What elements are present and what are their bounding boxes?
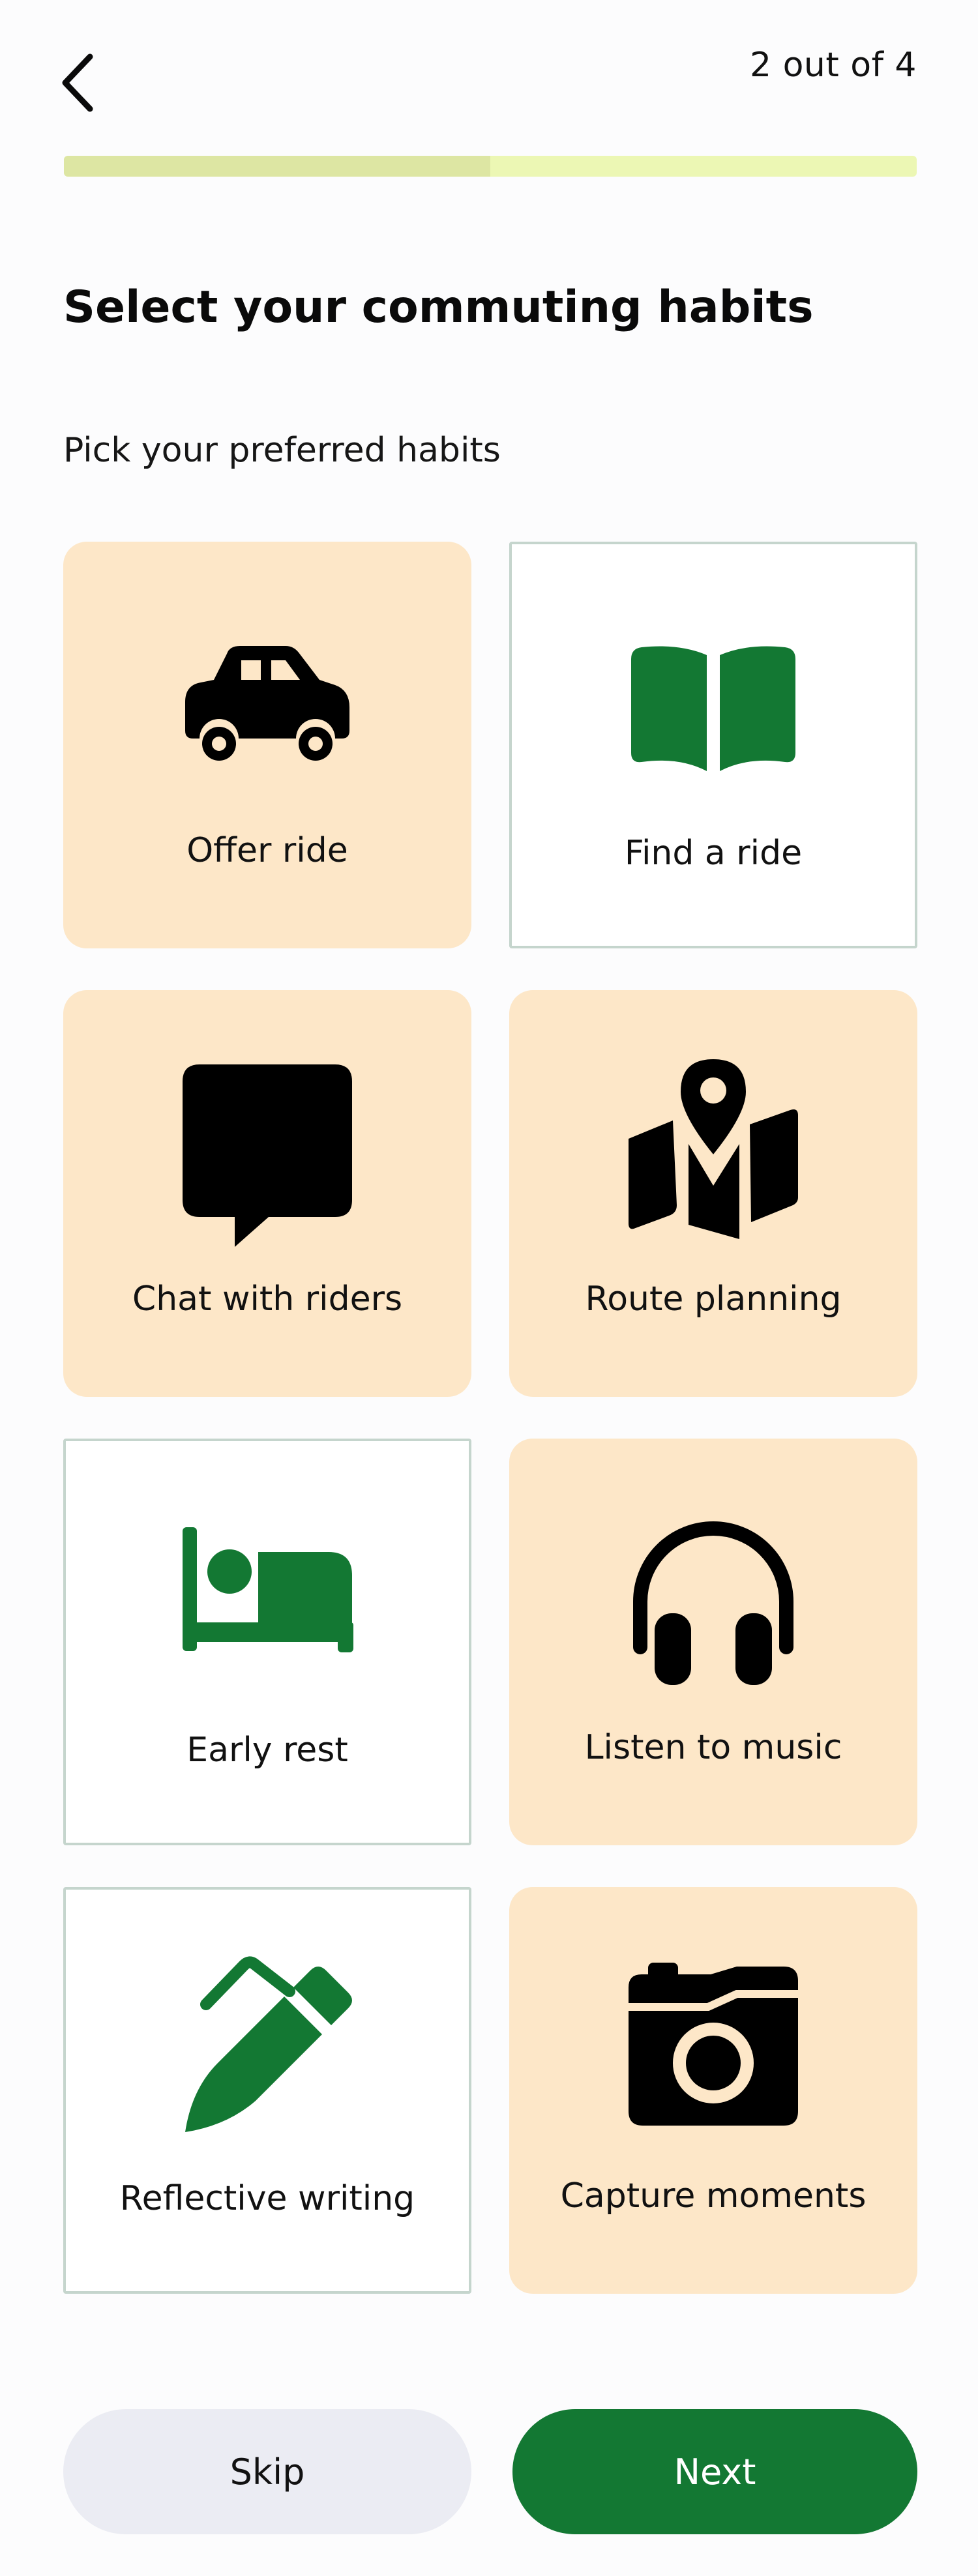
progress-bar: [64, 156, 917, 177]
open-book-icon: [627, 642, 799, 772]
page-title: Select your commuting habits: [63, 282, 814, 333]
habit-card-offer-ride[interactable]: Offer ride: [63, 542, 471, 948]
habit-card-early-rest[interactable]: Early rest: [63, 1439, 471, 1845]
habit-card-reflective-writing[interactable]: Reflective writing: [63, 1887, 471, 2294]
progress-bar-fill: [64, 156, 490, 177]
camera-icon: [627, 1963, 799, 2126]
car-icon: [181, 639, 353, 770]
habit-card-route-planning[interactable]: Route planning: [509, 990, 917, 1397]
chat-bubble-icon: [181, 1064, 353, 1247]
habit-card-find-a-ride[interactable]: Find a ride: [509, 542, 917, 948]
habit-grid: Offer ride Find a ride Chat with riders: [63, 542, 917, 2294]
pen-icon: [181, 1956, 353, 2132]
next-button[interactable]: Next: [512, 2409, 917, 2534]
step-counter: 2 out of 4: [749, 46, 917, 85]
back-button[interactable]: [57, 47, 116, 119]
onboarding-screen: 2 out of 4 Select your commuting habits …: [0, 0, 978, 2576]
skip-button[interactable]: Skip: [63, 2409, 471, 2534]
habit-label: Capture moments: [560, 2176, 867, 2216]
habit-label: Early rest: [186, 1731, 348, 1770]
habit-label: Reflective writing: [119, 2179, 415, 2218]
habit-label: Find a ride: [624, 834, 803, 873]
headphones-icon: [627, 1521, 799, 1685]
habit-label: Listen to music: [584, 1728, 842, 1767]
habit-label: Chat with riders: [132, 1280, 403, 1319]
habit-card-capture-moments[interactable]: Capture moments: [509, 1887, 917, 2294]
habit-card-chat-with-riders[interactable]: Chat with riders: [63, 990, 471, 1397]
bed-icon: [181, 1527, 353, 1669]
chevron-left-icon: [62, 53, 93, 112]
map-pin-icon: [627, 1059, 799, 1239]
habit-label: Route planning: [585, 1280, 842, 1319]
habit-card-listen-to-music[interactable]: Listen to music: [509, 1439, 917, 1845]
habit-label: Offer ride: [186, 831, 348, 870]
page-subtitle: Pick your preferred habits: [63, 431, 501, 470]
